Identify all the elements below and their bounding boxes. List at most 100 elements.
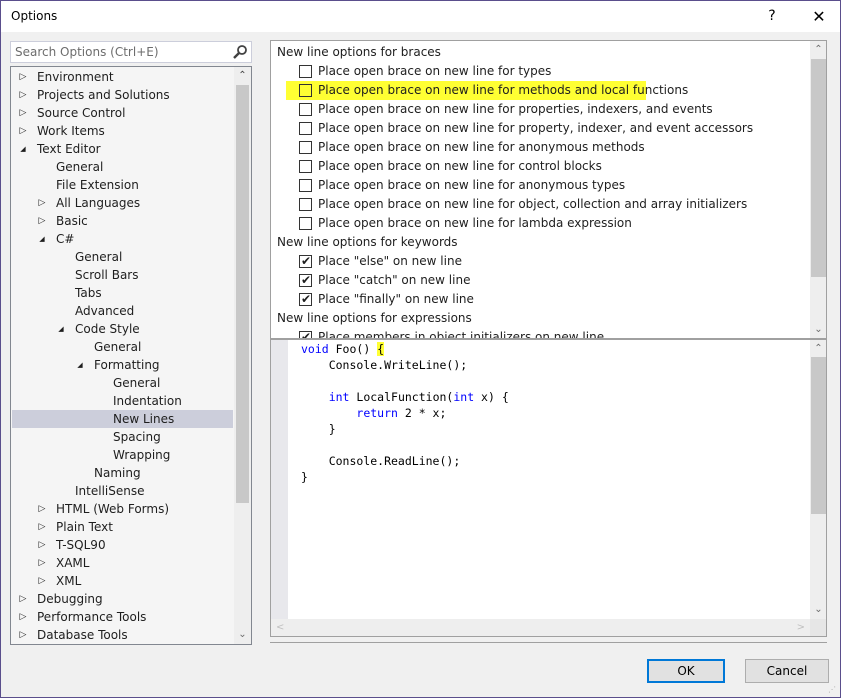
tree-item[interactable]: ▷ XML	[12, 572, 233, 590]
preview-scrollbar-thumb[interactable]	[811, 357, 826, 514]
tree-item[interactable]: ▷ Source Control	[12, 104, 233, 122]
tree-item[interactable]: ▷ Basic	[12, 212, 233, 230]
collapsed-arrow-icon[interactable]: ▷	[18, 590, 28, 608]
tree-scrollbar-thumb[interactable]	[236, 85, 249, 503]
collapsed-arrow-icon[interactable]: ▷	[37, 500, 47, 518]
code-token: Console.ReadLine();	[301, 454, 461, 468]
tree-item[interactable]: General	[12, 338, 233, 356]
search-icon	[232, 43, 248, 61]
tree-item[interactable]: Indentation	[12, 392, 233, 410]
expanded-arrow-icon[interactable]: ◢	[75, 356, 85, 374]
tree-item[interactable]: ▷ Environment	[12, 68, 233, 86]
tree-item[interactable]: ▷ Performance Tools	[12, 608, 233, 626]
collapsed-arrow-icon[interactable]: ▷	[37, 518, 47, 536]
options-scrollbar-thumb[interactable]	[811, 59, 826, 277]
tree-item[interactable]: ▷ Database Tools	[12, 626, 233, 644]
checkmark-icon: ✔	[301, 330, 312, 338]
checkbox-unchecked[interactable]	[299, 160, 312, 173]
collapsed-arrow-icon[interactable]: ▷	[18, 68, 28, 86]
preview-horizontal-scrollbar[interactable]: < >	[271, 619, 810, 636]
expanded-arrow-icon[interactable]: ◢	[56, 320, 66, 338]
tree-item[interactable]: ▷ All Languages	[12, 194, 233, 212]
collapsed-arrow-icon[interactable]: ▷	[37, 536, 47, 554]
tree-item[interactable]: Naming	[12, 464, 233, 482]
scrollbar-corner	[810, 619, 826, 636]
search-options-input[interactable]: Search Options (Ctrl+E)	[10, 41, 252, 63]
tree-item[interactable]: ◢ Code Style	[12, 320, 233, 338]
tree-item[interactable]: IntelliSense	[12, 482, 233, 500]
close-button[interactable]: ✕	[799, 1, 839, 32]
scroll-up-icon[interactable]: ⌃	[810, 340, 826, 358]
collapsed-arrow-icon[interactable]: ▷	[37, 212, 47, 230]
tree-item[interactable]: Tabs	[12, 284, 233, 302]
tree-item-label: Indentation	[113, 394, 182, 408]
tree-item[interactable]: ▷ T-SQL90	[12, 536, 233, 554]
checkbox-unchecked[interactable]	[299, 179, 312, 192]
scroll-left-icon[interactable]: <	[276, 619, 284, 636]
expanded-arrow-icon[interactable]: ◢	[18, 140, 28, 158]
collapsed-arrow-icon[interactable]: ▷	[37, 194, 47, 212]
collapsed-arrow-icon[interactable]: ▷	[37, 572, 47, 590]
option-label: Place open brace on new line for methods…	[318, 83, 689, 97]
tree-item[interactable]: Scroll Bars	[12, 266, 233, 284]
tree-item[interactable]: ▷ HTML (Web Forms)	[12, 500, 233, 518]
tree-item[interactable]: ▷ Projects and Solutions	[12, 86, 233, 104]
option-checkbox-row[interactable]: Place open brace on new line for methods…	[286, 81, 688, 100]
tree-item[interactable]: Advanced	[12, 302, 233, 320]
code-token: }	[301, 470, 308, 484]
checkbox-unchecked[interactable]	[299, 65, 312, 78]
code-token: Console.WriteLine();	[301, 358, 468, 372]
tree-item[interactable]: General	[12, 374, 233, 392]
checkbox-unchecked[interactable]	[299, 198, 312, 211]
collapsed-arrow-icon[interactable]: ▷	[18, 626, 28, 644]
scroll-down-icon[interactable]: ⌄	[810, 601, 826, 619]
tree-item[interactable]: ◢ C#	[12, 230, 233, 248]
checkbox-unchecked[interactable]	[299, 141, 312, 154]
tree-scrollbar[interactable]: ⌃ ⌄	[234, 67, 251, 644]
collapsed-arrow-icon[interactable]: ▷	[18, 608, 28, 626]
new-lines-options-panel: ⌃ ⌄ New line options for braces Place ope…	[270, 40, 827, 338]
tree-item[interactable]: ▷ Work Items	[12, 122, 233, 140]
checkbox-unchecked[interactable]	[299, 103, 312, 116]
tree-item[interactable]: File Extension	[12, 176, 233, 194]
tree-item[interactable]: General	[12, 248, 233, 266]
collapsed-arrow-icon[interactable]: ▷	[37, 554, 47, 572]
collapsed-arrow-icon[interactable]: ▷	[18, 86, 28, 104]
scroll-up-icon[interactable]: ⌃	[234, 67, 251, 85]
collapsed-arrow-icon[interactable]: ▷	[18, 104, 28, 122]
checkbox-checked[interactable]: ✔	[299, 273, 312, 287]
preview-vertical-scrollbar[interactable]: ⌃ ⌄	[810, 340, 826, 619]
option-label: Place open brace on new line for lambda …	[318, 216, 632, 230]
scroll-down-icon[interactable]: ⌄	[234, 626, 251, 644]
checkbox-checked[interactable]: ✔	[299, 292, 312, 306]
help-button[interactable]: ?	[757, 1, 787, 32]
checkbox-unchecked[interactable]	[299, 84, 312, 97]
option-label: Place open brace on new line for anonymo…	[318, 140, 645, 154]
collapsed-arrow-icon[interactable]: ▷	[18, 122, 28, 140]
resize-grip-icon[interactable]: ⋰	[828, 685, 838, 695]
section-header: New line options for braces	[277, 45, 441, 59]
tree-item[interactable]: Spacing	[12, 428, 233, 446]
checkbox-checked[interactable]: ✔	[299, 330, 312, 338]
expanded-arrow-icon[interactable]: ◢	[37, 230, 47, 248]
tree-item-label: Source Control	[37, 106, 126, 120]
tree-item[interactable]: General	[12, 158, 233, 176]
checkbox-unchecked[interactable]	[299, 217, 312, 230]
option-label: Place open brace on new line for types	[318, 64, 552, 78]
tree-item[interactable]: ◢ Text Editor	[12, 140, 233, 158]
tree-item[interactable]: New Lines	[12, 410, 233, 428]
scroll-down-icon[interactable]: ⌄	[810, 321, 826, 338]
cancel-button[interactable]: Cancel	[745, 659, 829, 683]
tree-item[interactable]: ▷ XAML	[12, 554, 233, 572]
checkbox-unchecked[interactable]	[299, 122, 312, 135]
options-scrollbar[interactable]: ⌃ ⌄	[810, 41, 826, 338]
scroll-up-icon[interactable]: ⌃	[810, 41, 826, 59]
scroll-right-icon[interactable]: >	[797, 619, 805, 636]
tree-item[interactable]: ◢ Formatting	[12, 356, 233, 374]
tree-item[interactable]: ▷ Plain Text	[12, 518, 233, 536]
ok-button[interactable]: OK	[647, 659, 725, 683]
tree-item[interactable]: ▷ Debugging	[12, 590, 233, 608]
checkbox-checked[interactable]: ✔	[299, 254, 312, 268]
tree-item[interactable]: Wrapping	[12, 446, 233, 464]
option-label: Place open brace on new line for control…	[318, 159, 602, 173]
